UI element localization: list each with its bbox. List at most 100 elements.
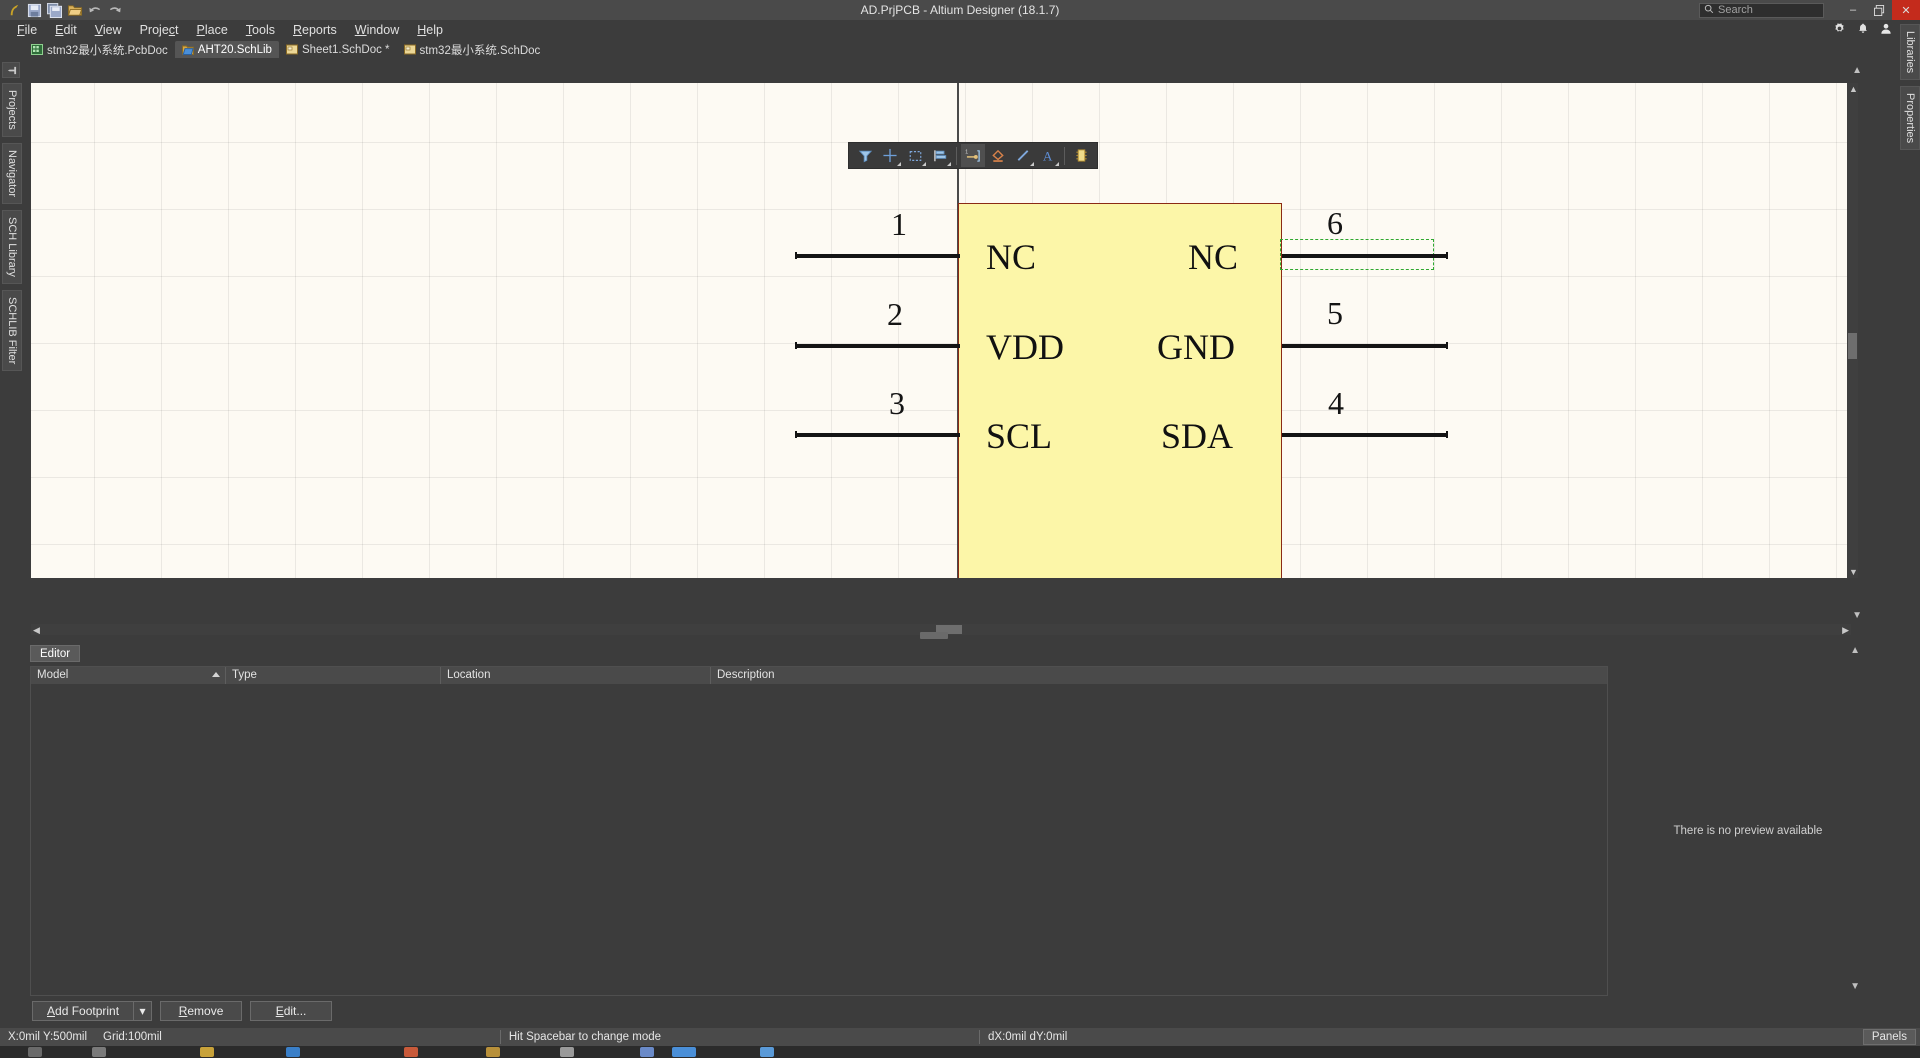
scroll-down-arrow[interactable]: ▼ — [1849, 567, 1858, 577]
sidebar-item-schlib-filter[interactable]: SCHLIB Filter — [2, 289, 22, 371]
menu-reports[interactable]: Reports — [284, 21, 346, 39]
pin-number-3: 3 — [889, 385, 905, 421]
restore-button[interactable] — [1866, 0, 1892, 20]
pin-name-4: SDA — [1161, 416, 1234, 456]
sidebar-item-label: Projects — [6, 90, 18, 130]
menu-project[interactable]: Project — [131, 21, 188, 39]
undo-icon[interactable] — [86, 2, 103, 18]
pin-lead-3[interactable] — [795, 433, 960, 437]
column-header-description[interactable]: Description — [711, 667, 1607, 684]
scroll-right-arrow[interactable]: ▶ — [1842, 625, 1849, 636]
scroll-up-arrow[interactable]: ▲ — [1849, 84, 1858, 94]
panel-collapse-up-icon[interactable]: ▲ — [1850, 645, 1860, 656]
document-tab-label: stm32最小系统.SchDoc — [419, 44, 541, 57]
pin-endpoint-3 — [795, 431, 797, 438]
menu-help[interactable]: Help — [408, 21, 452, 39]
place-polygon-icon[interactable] — [986, 144, 1010, 167]
sidebar-item-label: Libraries — [1904, 31, 1916, 74]
sidebar-item-properties[interactable]: Properties — [1900, 86, 1920, 151]
taskbar-item[interactable] — [486, 1047, 500, 1057]
column-header-location[interactable]: Location — [441, 667, 711, 684]
filter-icon[interactable] — [853, 144, 877, 167]
pin-lead-6[interactable] — [1282, 254, 1447, 258]
close-button[interactable]: ✕ — [1892, 0, 1920, 20]
status-coordinates: X:0mil Y:500mil — [8, 1031, 88, 1043]
sidebar-item-navigator[interactable]: Navigator — [2, 142, 22, 204]
column-header-model[interactable]: Model — [31, 667, 226, 684]
pin-lead-4[interactable] — [1282, 433, 1447, 437]
taskbar-item[interactable] — [760, 1047, 774, 1057]
svg-text:1: 1 — [965, 150, 968, 156]
menu-tools[interactable]: Tools — [237, 21, 284, 39]
taskbar-item[interactable] — [28, 1047, 42, 1057]
document-tab-schlib[interactable]: AHT20.SchLib — [174, 41, 279, 58]
user-account-icon[interactable] — [1880, 22, 1892, 38]
canvas-collapse-down-icon[interactable]: ▼ — [1852, 610, 1862, 621]
panels-button[interactable]: Panels — [1862, 1029, 1916, 1045]
sidebar-item-projects[interactable]: Projects — [2, 83, 22, 137]
canvas-collapse-up-icon[interactable]: ▲ — [1852, 65, 1862, 76]
document-tab-pcbdoc[interactable]: stm32最小系统.PcbDoc — [24, 41, 175, 58]
pin-lead-1[interactable] — [795, 254, 960, 258]
scroll-left-arrow[interactable]: ◀ — [33, 625, 40, 636]
remove-button[interactable]: Remove — [160, 1001, 243, 1021]
gear-icon[interactable] — [1833, 22, 1846, 38]
taskbar-item[interactable] — [560, 1047, 574, 1057]
pin-name-1: NC — [986, 237, 1037, 277]
taskbar-item[interactable] — [200, 1047, 214, 1057]
menu-file[interactable]: File — [8, 21, 46, 39]
pin-lead-2[interactable] — [795, 344, 960, 348]
save-all-icon[interactable] — [46, 2, 63, 18]
place-text-icon[interactable]: A — [1036, 144, 1060, 167]
redo-icon[interactable] — [106, 2, 123, 18]
pin-lead-5[interactable] — [1282, 344, 1447, 348]
left-panel-rail: Projects Navigator SCH Library SCHLIB Fi… — [0, 58, 22, 1032]
status-bar: X:0mil Y:500mil Grid:100mil Hit Spacebar… — [0, 1028, 1920, 1046]
right-panel-rail: Libraries Properties — [1898, 20, 1920, 1032]
tab-editor[interactable]: Editor — [30, 645, 81, 662]
vertical-scroll-thumb[interactable] — [1848, 333, 1857, 359]
sidebar-item-libraries[interactable]: Libraries — [1900, 24, 1920, 81]
panel-collapse-down-icon[interactable]: ▼ — [1850, 981, 1860, 992]
pin-name-2: VDD — [986, 327, 1064, 367]
document-tab-sheet1[interactable]: Sheet1.SchDoc * — [278, 41, 397, 58]
place-ic-icon[interactable] — [1069, 144, 1093, 167]
sidebar-item-sch-library[interactable]: SCH Library — [2, 209, 22, 284]
search-input[interactable]: Search — [1699, 2, 1824, 18]
menu-place[interactable]: Place — [188, 21, 237, 39]
area-select-icon[interactable] — [903, 144, 927, 167]
document-tab-stm32-schdoc[interactable]: stm32最小系统.SchDoc — [396, 41, 548, 58]
edit-button[interactable]: Edit... — [250, 1001, 333, 1021]
document-tab-label: Sheet1.SchDoc * — [301, 43, 390, 56]
altium-logo-icon[interactable] — [6, 2, 23, 18]
column-header-type[interactable]: Type — [226, 667, 441, 684]
minimize-button[interactable]: – — [1840, 0, 1866, 20]
place-line-icon[interactable] — [1011, 144, 1035, 167]
align-icon[interactable] — [928, 144, 952, 167]
taskbar-item[interactable] — [92, 1047, 106, 1057]
bell-icon[interactable] — [1857, 22, 1869, 38]
taskbar-item[interactable] — [640, 1047, 654, 1057]
taskbar-item[interactable] — [286, 1047, 300, 1057]
toolbar-separator — [1064, 146, 1065, 165]
sidebar-item-label: Navigator — [6, 149, 18, 197]
place-pin-icon[interactable]: 1 — [961, 144, 985, 167]
taskbar-active-item[interactable] — [672, 1047, 696, 1057]
open-folder-icon[interactable] — [66, 2, 83, 18]
menu-edit[interactable]: Edit — [46, 21, 86, 39]
crosshair-place-icon[interactable] — [878, 144, 902, 167]
pin-number-1: 1 — [891, 206, 907, 242]
taskbar-item[interactable] — [404, 1047, 418, 1057]
document-tab-label: stm32最小系统.PcbDoc — [47, 44, 168, 57]
panel-pin-icon[interactable] — [2, 62, 20, 78]
canvas-vertical-scrollbar[interactable]: ▲ ▼ — [1847, 83, 1858, 578]
panel-splitter-handle[interactable] — [920, 632, 948, 639]
save-icon[interactable] — [26, 2, 43, 18]
sort-ascending-icon — [212, 672, 220, 677]
add-footprint-dropdown-arrow[interactable]: ▾ — [133, 1001, 153, 1021]
model-grid[interactable]: Model Type Location Description — [30, 666, 1608, 996]
menu-bar: File Edit View Project Place Tools Repor… — [0, 20, 1920, 40]
menu-window[interactable]: Window — [346, 21, 408, 39]
menu-view[interactable]: View — [86, 21, 131, 39]
add-footprint-button[interactable]: Add Footprint — [32, 1001, 134, 1021]
